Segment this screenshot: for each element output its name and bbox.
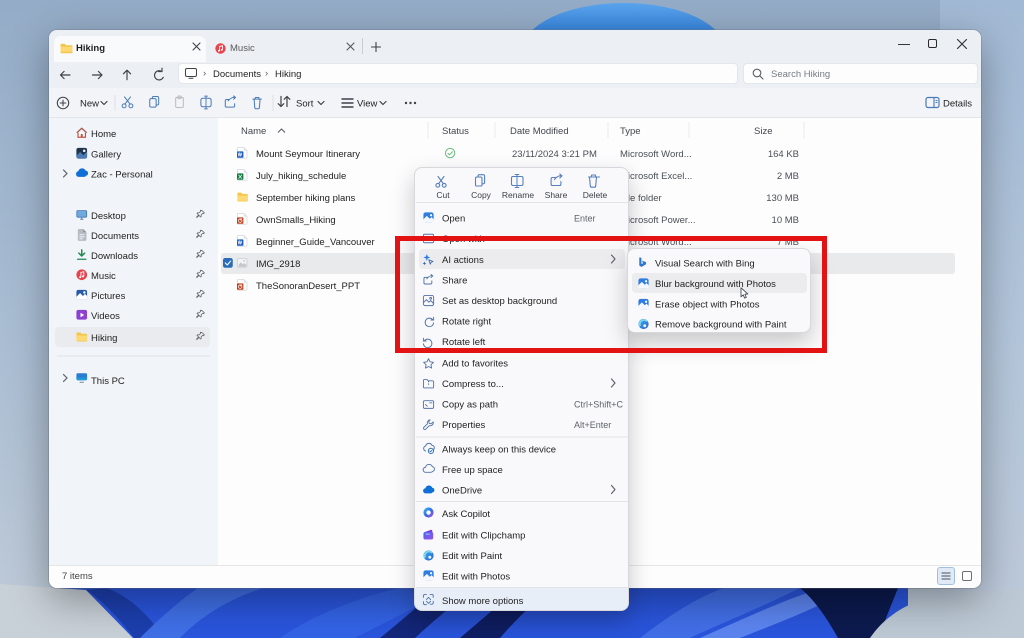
svg-text:Desktop: Desktop — [91, 211, 126, 222]
svg-text:Name: Name — [241, 126, 266, 137]
svg-text:July_hiking_schedule: July_hiking_schedule — [256, 171, 346, 182]
svg-text:Ctrl+Shift+C: Ctrl+Shift+C — [574, 400, 624, 410]
svg-text:OneDrive: OneDrive — [442, 486, 482, 497]
svg-text:Open: Open — [442, 214, 465, 225]
svg-text:23/11/2024 3:21 PM: 23/11/2024 3:21 PM — [512, 149, 597, 160]
svg-text:Alt+Enter: Alt+Enter — [574, 420, 611, 430]
svg-text:Home: Home — [91, 129, 116, 140]
svg-text:September hiking plans: September hiking plans — [256, 193, 356, 204]
svg-text:Sort: Sort — [296, 99, 314, 110]
svg-text:Music: Music — [91, 271, 116, 282]
svg-text:Free up space: Free up space — [442, 465, 503, 476]
svg-text:New: New — [80, 99, 99, 110]
svg-text:Status: Status — [442, 126, 469, 137]
svg-text:Edit with Photos: Edit with Photos — [442, 572, 510, 583]
svg-text:Zac - Personal: Zac - Personal — [91, 170, 153, 181]
svg-text:Edit with Paint: Edit with Paint — [442, 551, 503, 562]
svg-text:Documents: Documents — [91, 231, 139, 242]
svg-text:Hiking: Hiking — [91, 333, 117, 344]
svg-text:Share: Share — [545, 190, 568, 200]
svg-text:Copy: Copy — [471, 190, 492, 200]
svg-text:164 KB: 164 KB — [768, 149, 799, 160]
svg-text:130 MB: 130 MB — [766, 193, 799, 204]
svg-text:Cut: Cut — [436, 190, 450, 200]
svg-text:Edit with Clipchamp: Edit with Clipchamp — [442, 531, 525, 542]
svg-text:Add to favorites: Add to favorites — [442, 359, 508, 370]
svg-text:Rename: Rename — [502, 190, 534, 200]
svg-text:Microsoft Word...: Microsoft Word... — [620, 149, 692, 160]
svg-text:Mount Seymour Itinerary: Mount Seymour Itinerary — [256, 149, 360, 160]
svg-text:Type: Type — [620, 126, 641, 137]
svg-text:Enter: Enter — [574, 214, 596, 224]
svg-text:This PC: This PC — [91, 376, 125, 387]
svg-text:View: View — [357, 99, 378, 110]
svg-text:Date Modified: Date Modified — [510, 126, 569, 137]
svg-text:Ask Copilot: Ask Copilot — [442, 509, 490, 520]
svg-text:Copy as path: Copy as path — [442, 400, 498, 411]
svg-text:10 MB: 10 MB — [772, 215, 799, 226]
svg-text:Size: Size — [754, 126, 772, 137]
svg-text:Always keep on this device: Always keep on this device — [442, 445, 556, 456]
svg-text:Properties: Properties — [442, 420, 486, 431]
svg-text:Compress to...: Compress to... — [442, 379, 504, 390]
svg-text:Videos: Videos — [91, 311, 120, 322]
svg-text:TheSonoranDesert_PPT: TheSonoranDesert_PPT — [256, 281, 360, 292]
svg-text:Gallery: Gallery — [91, 150, 121, 161]
svg-text:Details: Details — [943, 99, 972, 110]
svg-text:Microsoft Excel...: Microsoft Excel... — [620, 171, 692, 182]
svg-text:IMG_2918: IMG_2918 — [256, 259, 300, 270]
svg-text:Delete: Delete — [583, 190, 608, 200]
svg-text:Show more options: Show more options — [442, 596, 524, 607]
svg-text:Downloads: Downloads — [91, 251, 138, 262]
svg-text:Microsoft Power...: Microsoft Power... — [620, 215, 696, 226]
svg-text:Beginner_Guide_Vancouver: Beginner_Guide_Vancouver — [256, 237, 375, 248]
svg-text:Pictures: Pictures — [91, 291, 126, 302]
svg-text:OwnSmalls_Hiking: OwnSmalls_Hiking — [256, 215, 336, 226]
svg-text:2 MB: 2 MB — [777, 171, 799, 182]
